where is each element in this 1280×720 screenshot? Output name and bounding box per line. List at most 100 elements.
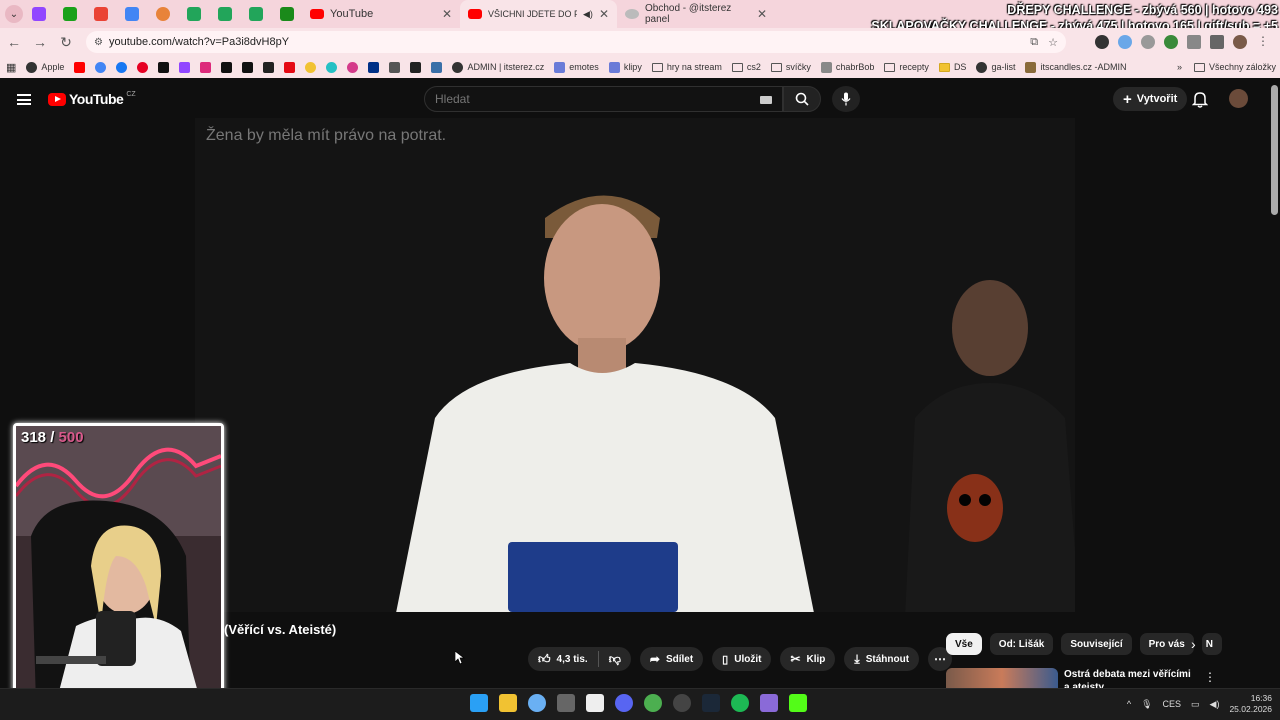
chip-for-you[interactable]: Pro vás (1139, 633, 1194, 655)
bookmark-pinterest[interactable] (137, 61, 149, 73)
bookmark-facebook[interactable] (116, 61, 128, 73)
bookmark-instagram[interactable] (200, 61, 212, 73)
bookmark-x[interactable] (242, 61, 254, 73)
reload-icon[interactable]: ↻ (54, 30, 78, 54)
file-explorer-icon[interactable] (499, 694, 517, 712)
speaker-icon[interactable]: ◀) (583, 9, 593, 20)
microphone-tray-icon[interactable]: 🎙︎ (1141, 699, 1152, 710)
network-icon[interactable]: ▭ (1191, 699, 1200, 710)
pinned-tab-sheets-1[interactable] (178, 0, 209, 28)
bookmark-folder-hry[interactable]: hry na stream (651, 62, 722, 72)
more-bookmarks-icon[interactable]: » (1177, 62, 1182, 72)
chip-from-channel[interactable]: Od: Lišák (989, 633, 1054, 655)
app-icon[interactable] (586, 694, 604, 712)
menu-hamburger-icon[interactable] (17, 93, 31, 105)
search-button[interactable] (783, 86, 821, 112)
recommended-more-icon[interactable]: ⋮ (1204, 670, 1216, 684)
bookmark-netflix[interactable] (284, 61, 296, 73)
tab-obchod[interactable]: Obchod - @itsterez panel ✕ (617, 0, 775, 28)
extension-icon[interactable] (1118, 35, 1132, 49)
close-tab-icon[interactable]: ✕ (599, 7, 609, 21)
recommended-title[interactable]: Ostrá debata mezi věřícími a ateisty (1064, 668, 1194, 688)
search-input[interactable] (435, 92, 755, 106)
bookmark-folder-ds[interactable]: DS (938, 62, 966, 72)
profile-avatar[interactable] (1233, 35, 1247, 49)
media-icon[interactable] (1210, 35, 1224, 49)
bookmark-folder-cs2[interactable]: cs2 (731, 62, 761, 72)
tab-youtube[interactable]: YouTube ✕ (302, 0, 460, 28)
bookmark-kick[interactable] (158, 61, 170, 73)
account-avatar[interactable] (1229, 89, 1248, 108)
tab-active-video[interactable]: VŠICHNI JDETE DO PEKLA ◀) ✕ (460, 0, 617, 28)
clock[interactable]: 16:36 25.02.2026 (1229, 693, 1272, 715)
menu-dots-icon[interactable]: ⋮ (1256, 35, 1270, 49)
bookmark-itscandles[interactable]: itscandles.cz -ADMIN (1025, 61, 1127, 73)
like-button[interactable]: 👍︎ 4,3 tis. (528, 647, 598, 671)
back-icon[interactable]: ← (2, 30, 26, 54)
bookmark-klipy[interactable]: klipy (608, 61, 642, 73)
keyboard-icon[interactable] (760, 96, 772, 104)
clip-button[interactable]: ✂ Klip (780, 647, 836, 671)
kick-icon[interactable] (789, 694, 807, 712)
download-button[interactable]: ⤓ Stáhnout (844, 647, 920, 671)
bookmark-admin[interactable]: ADMIN | itsterez.cz (452, 61, 544, 73)
bookmark-star-icon[interactable]: ☆ (1048, 36, 1058, 49)
bookmark-app[interactable] (263, 61, 275, 73)
pinned-tab-gmail[interactable] (85, 0, 116, 28)
url-field[interactable]: ⚙ youtube.com/watch?v=Pa3i8dvH8pY ⧉ ☆ (86, 31, 1066, 53)
chip-all[interactable]: Vše (946, 633, 982, 655)
tab-search-icon[interactable]: ⌄ (5, 5, 23, 23)
bookmark-app[interactable] (305, 61, 317, 73)
extension-icon[interactable] (1164, 35, 1178, 49)
bookmark-folder-svicky[interactable]: svíčky (770, 62, 811, 72)
volume-icon[interactable]: ◀) (1210, 699, 1220, 710)
save-button[interactable]: ▯ Uložit (712, 647, 772, 671)
recommended-video[interactable]: Ostrá debata mezi věřícími a ateisty ⋮ (946, 668, 1246, 688)
discord-icon[interactable] (615, 694, 633, 712)
extension-icon[interactable] (1141, 35, 1155, 49)
app-icon[interactable] (557, 694, 575, 712)
bookmark-app[interactable] (389, 61, 401, 73)
voice-search-button[interactable] (832, 86, 860, 112)
bookmark-paypal[interactable] (368, 61, 380, 73)
steam-icon[interactable] (702, 694, 720, 712)
app-icon[interactable] (760, 694, 778, 712)
extensions-puzzle-icon[interactable] (1187, 35, 1201, 49)
pinned-tab-twitch[interactable] (23, 0, 54, 28)
all-bookmarks[interactable]: Všechny záložky (1193, 62, 1276, 72)
bookmark-download[interactable] (410, 61, 422, 73)
notifications-bell-icon[interactable] (1192, 90, 1208, 108)
bookmark-youtube[interactable] (74, 61, 86, 73)
bookmark-app[interactable] (347, 61, 359, 73)
dislike-button[interactable]: 👎︎ (599, 647, 631, 671)
pinned-tab-kick[interactable] (54, 0, 85, 28)
chevron-right-icon[interactable]: › (1191, 636, 1196, 652)
pinned-tab-docs[interactable] (116, 0, 147, 28)
bookmark-chabrbob[interactable]: chabrBob (820, 61, 874, 73)
bookmark-folder-recepty[interactable]: recepty (884, 62, 929, 72)
share-button[interactable]: ➦ Sdílet (639, 647, 704, 671)
bookmark-emotes[interactable]: emotes (554, 61, 599, 73)
create-button[interactable]: + Vytvořit (1113, 87, 1188, 111)
chip-more[interactable]: N (1201, 633, 1222, 655)
c-app-icon[interactable] (528, 694, 546, 712)
obs-icon[interactable] (673, 694, 691, 712)
tray-overflow-icon[interactable]: ^ (1127, 699, 1131, 709)
language-indicator[interactable]: CES (1163, 699, 1182, 709)
video-player[interactable]: Žena by měla mít právo na potrat. (195, 118, 1075, 612)
pinned-tab-kick-2[interactable] (271, 0, 302, 28)
chip-related[interactable]: Související (1061, 633, 1132, 655)
spotify-icon[interactable] (731, 694, 749, 712)
bookmark-tiktok[interactable] (221, 61, 233, 73)
bookmark-google[interactable] (95, 61, 107, 73)
pinned-tab-orange[interactable] (147, 0, 178, 28)
recommended-thumbnail[interactable] (946, 668, 1058, 688)
bookmark-apple[interactable]: Apple (26, 61, 64, 73)
close-tab-icon[interactable]: ✕ (757, 7, 767, 21)
youtube-logo[interactable]: YouTube CZ (48, 91, 136, 107)
pinned-tab-sheets-3[interactable] (240, 0, 271, 28)
apps-grid-icon[interactable]: ▦ (6, 61, 16, 74)
extension-icon[interactable] (1095, 35, 1109, 49)
close-tab-icon[interactable]: ✕ (442, 7, 452, 21)
pinned-tab-sheets-2[interactable] (209, 0, 240, 28)
